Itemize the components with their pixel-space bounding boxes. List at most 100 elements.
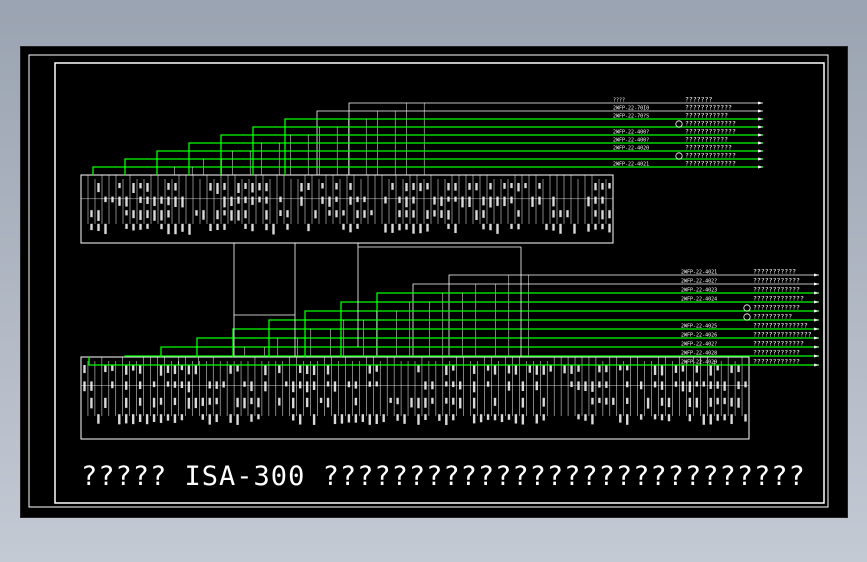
terminal-mark xyxy=(486,365,490,371)
terminal-mark xyxy=(104,196,107,203)
lower-wire xyxy=(232,328,819,357)
terminal-mark xyxy=(695,397,699,408)
terminal-mark xyxy=(286,223,289,230)
terminal-mark xyxy=(608,210,611,219)
upper-cable-spec: ??????????? xyxy=(685,136,728,144)
terminal-mark xyxy=(236,397,239,408)
lower-arrow-icon xyxy=(814,273,819,277)
terminal-mark xyxy=(737,381,740,390)
terminal-mark xyxy=(605,381,608,388)
terminal-mark xyxy=(646,397,650,409)
terminal-mark xyxy=(90,223,93,231)
lower-cable-code: 2WFP-22-402? xyxy=(681,342,717,348)
terminal-mark xyxy=(243,381,246,387)
terminal-mark xyxy=(181,196,184,208)
terminal-mark xyxy=(104,365,107,373)
upper-cable-spec: ????????????? xyxy=(685,152,736,160)
terminal-mark xyxy=(577,365,580,372)
terminal-mark xyxy=(146,223,149,229)
terminal-mark xyxy=(403,414,406,424)
terminal-mark xyxy=(208,414,211,425)
terminal-mark xyxy=(412,183,415,190)
upper-cable-spec: ???????????? xyxy=(685,104,732,112)
terminal-mark xyxy=(312,365,316,376)
terminal-mark xyxy=(90,210,93,218)
terminal-mark xyxy=(132,183,135,193)
upper-cable-bundle xyxy=(92,102,763,175)
terminal-mark xyxy=(517,210,520,217)
terminal-mark xyxy=(521,381,525,392)
terminal-mark xyxy=(229,414,232,423)
terminal-mark xyxy=(398,223,401,231)
terminal-mark xyxy=(552,196,555,207)
terminal-mark xyxy=(104,397,107,408)
terminal-mark xyxy=(173,365,177,375)
terminal-mark xyxy=(737,365,740,373)
terminal-mark xyxy=(354,414,358,423)
terminal-mark xyxy=(447,210,450,220)
terminal-mark xyxy=(601,223,604,230)
terminal-mark xyxy=(507,414,511,420)
terminal-mark xyxy=(723,397,726,405)
upper-arrow-icon xyxy=(758,109,763,113)
terminal-mark xyxy=(531,196,534,207)
terminal-mark xyxy=(517,183,520,192)
terminal-mark xyxy=(333,414,337,425)
terminal-mark xyxy=(542,397,545,407)
terminal-mark xyxy=(90,397,93,409)
drawing-title: ????? ISA-300 ??????????????????????????… xyxy=(81,461,806,492)
terminal-mark xyxy=(167,223,170,235)
terminal-mark xyxy=(152,381,156,388)
terminal-mark xyxy=(612,397,615,405)
terminal-mark xyxy=(356,210,359,219)
terminal-mark xyxy=(417,414,420,425)
terminal-mark xyxy=(335,196,338,202)
terminal-mark xyxy=(709,414,712,425)
terminal-mark xyxy=(300,183,303,192)
terminal-mark xyxy=(349,183,352,190)
terminal-mark xyxy=(723,381,726,391)
terminal-mark xyxy=(216,223,219,231)
terminal-mark xyxy=(257,414,260,420)
terminal-mark xyxy=(468,183,471,190)
terminal-mark xyxy=(424,414,427,421)
terminal-mark xyxy=(584,381,587,392)
terminal-mark xyxy=(573,223,576,234)
terminal-mark xyxy=(605,365,608,373)
terminal-mark xyxy=(639,381,643,390)
terminal-mark xyxy=(328,210,331,216)
terminal-mark xyxy=(363,210,366,218)
terminal-mark xyxy=(223,223,226,230)
terminal-mark xyxy=(159,397,163,405)
terminal-mark xyxy=(222,381,225,388)
lower-cable-code: 2WFP-22-4021 xyxy=(681,270,717,276)
terminal-mark xyxy=(237,183,240,193)
terminal-mark xyxy=(598,397,601,404)
terminal-mark xyxy=(587,223,590,232)
terminal-mark xyxy=(426,210,429,219)
terminal-mark xyxy=(292,397,295,409)
lower-junction-icon xyxy=(743,313,751,321)
lower-arrow-icon xyxy=(814,327,819,331)
terminal-mark xyxy=(243,397,246,409)
terminal-mark xyxy=(139,223,142,230)
terminal-mark xyxy=(507,365,511,374)
terminal-mark xyxy=(524,183,527,189)
terminal-mark xyxy=(716,414,719,421)
terminal-mark xyxy=(417,397,420,409)
terminal-mark xyxy=(500,414,504,423)
upper-arrow-icon xyxy=(758,165,763,169)
upper-cable-spec: ???????????? xyxy=(685,144,732,152)
terminal-mark xyxy=(251,223,254,232)
terminal-mark xyxy=(354,397,358,406)
terminal-mark xyxy=(250,381,253,392)
terminal-mark xyxy=(166,414,170,421)
terminal-mark xyxy=(236,414,239,425)
terminal-mark xyxy=(503,183,506,189)
terminal-mark xyxy=(250,414,253,422)
terminal-mark xyxy=(265,183,268,192)
terminal-mark xyxy=(139,196,142,203)
terminal-mark xyxy=(349,196,352,205)
terminal-mark xyxy=(131,365,135,371)
terminal-mark xyxy=(250,397,253,405)
